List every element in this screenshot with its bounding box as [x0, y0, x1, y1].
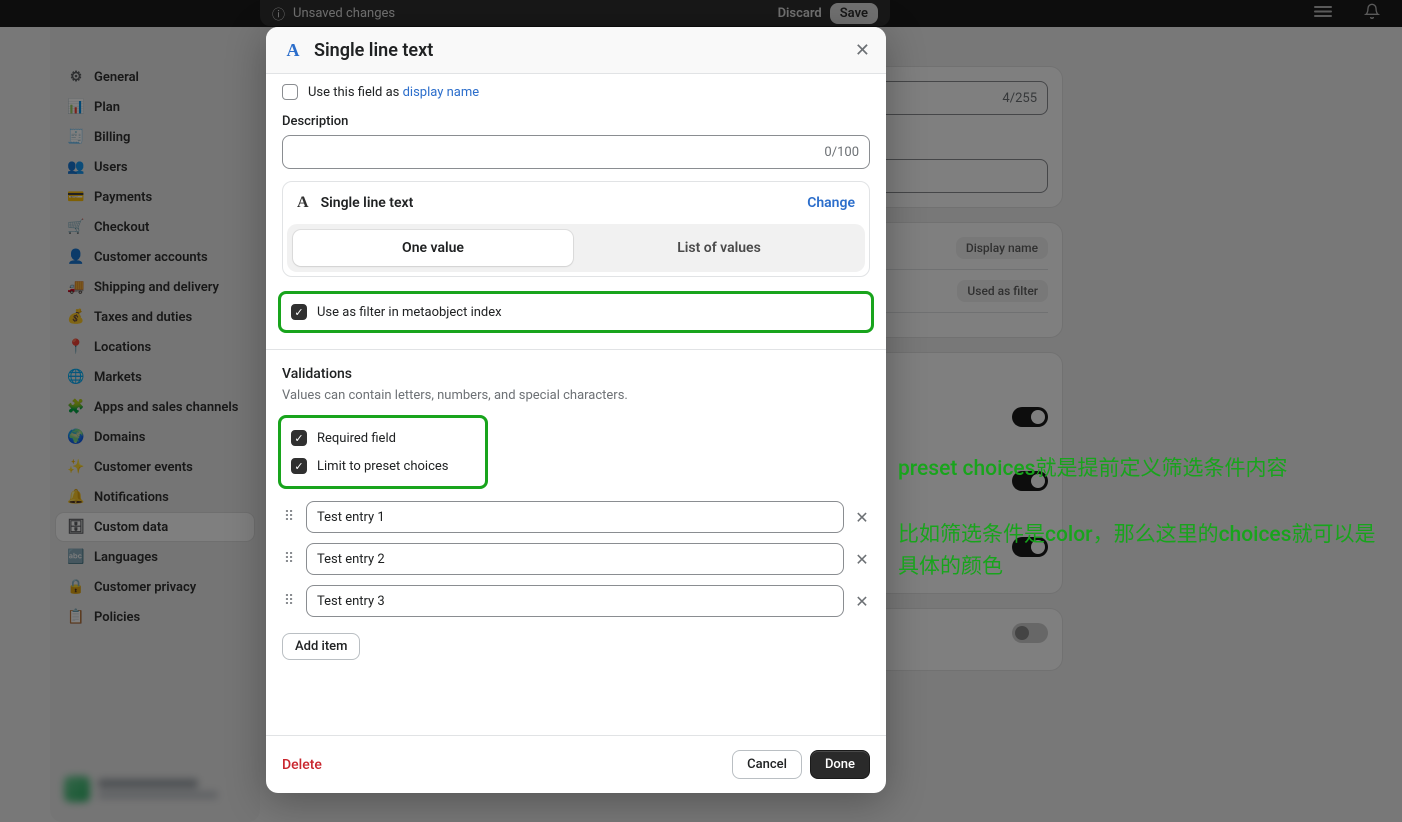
required-field-label: Required field: [317, 431, 396, 446]
drag-handle-icon[interactable]: ⠿: [282, 509, 296, 525]
add-item-button[interactable]: Add item: [282, 633, 360, 660]
use-as-filter-label: Use as filter in metaobject index: [317, 305, 502, 320]
description-counter: 0/100: [824, 145, 859, 160]
highlight-validations-box: Required field Limit to preset choices: [278, 415, 488, 489]
delete-button[interactable]: Delete: [282, 757, 322, 773]
list-values-option[interactable]: List of values: [579, 230, 859, 266]
text-field-icon: A: [282, 39, 304, 61]
display-name-link[interactable]: display name: [403, 85, 480, 100]
field-type-box: A Single line text Change One value List…: [282, 181, 870, 277]
validations-heading: Validations: [282, 366, 870, 382]
field-type-label: Single line text: [321, 195, 796, 211]
drag-handle-icon[interactable]: ⠿: [282, 551, 296, 567]
cancel-button[interactable]: Cancel: [732, 750, 802, 779]
display-name-checkbox[interactable]: [282, 84, 298, 100]
validations-subtext: Values can contain letters, numbers, and…: [282, 388, 870, 403]
modal-footer: Delete Cancel Done: [266, 735, 886, 793]
modal-title: Single line text: [314, 40, 845, 61]
one-value-option[interactable]: One value: [293, 230, 573, 266]
choice-input[interactable]: Test entry 3: [306, 585, 844, 617]
cardinality-segment: One value List of values: [287, 224, 865, 272]
remove-choice-icon[interactable]: ✕: [854, 508, 870, 527]
choice-row: ⠿ Test entry 3 ✕: [282, 585, 870, 617]
description-input[interactable]: 0/100: [282, 135, 870, 169]
choice-row: ⠿ Test entry 2 ✕: [282, 543, 870, 575]
change-type-link[interactable]: Change: [807, 195, 855, 211]
description-label: Description: [282, 114, 870, 129]
drag-handle-icon[interactable]: ⠿: [282, 593, 296, 609]
choice-input[interactable]: Test entry 2: [306, 543, 844, 575]
close-icon[interactable]: ✕: [855, 40, 870, 61]
display-name-label: Use this field as display name: [308, 85, 479, 100]
remove-choice-icon[interactable]: ✕: [854, 550, 870, 569]
required-field-checkbox[interactable]: [291, 430, 307, 446]
field-editor-modal: A Single line text ✕ Use this field as d…: [266, 27, 886, 793]
done-button[interactable]: Done: [810, 750, 870, 779]
preset-choices-list: ⠿ Test entry 1 ✕ ⠿ Test entry 2 ✕ ⠿ Test entry …: [282, 501, 870, 617]
use-as-filter-checkbox[interactable]: [291, 304, 307, 320]
remove-choice-icon[interactable]: ✕: [854, 592, 870, 611]
choice-row: ⠿ Test entry 1 ✕: [282, 501, 870, 533]
modal-body: Use this field as display name Descripti…: [266, 74, 886, 735]
text-field-icon-small: A: [297, 194, 309, 212]
choice-input[interactable]: Test entry 1: [306, 501, 844, 533]
modal-header: A Single line text ✕: [266, 27, 886, 74]
preset-choices-label: Limit to preset choices: [317, 459, 448, 474]
highlight-filter-box: Use as filter in metaobject index: [278, 291, 874, 333]
preset-choices-checkbox[interactable]: [291, 458, 307, 474]
